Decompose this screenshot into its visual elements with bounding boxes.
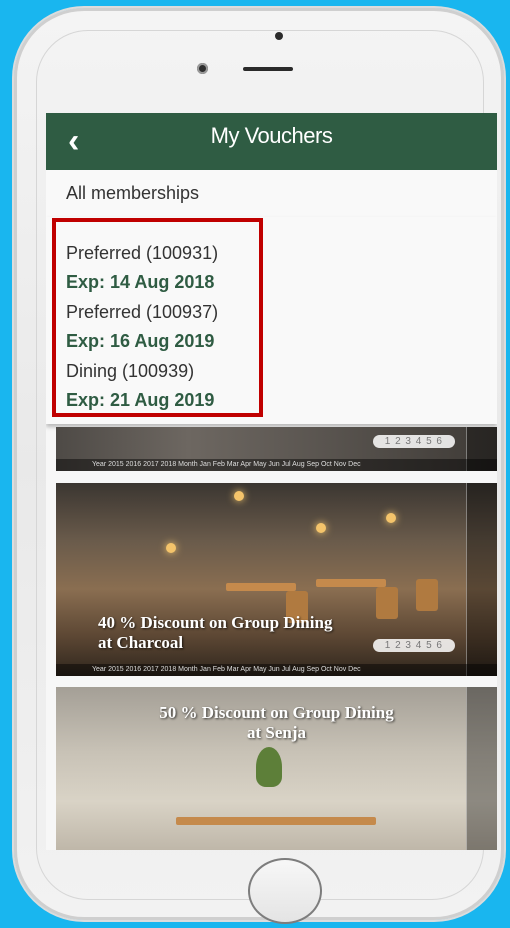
table-decor <box>226 583 296 591</box>
chair-decor <box>416 579 438 611</box>
voucher-card[interactable]: 40 % Discount on Group Dining at Charcoa… <box>56 483 497 676</box>
voucher-caption: 50 % Discount on Group Dining at Senja <box>56 703 497 743</box>
highlight-box <box>52 218 263 417</box>
voucher-venue: at Senja <box>246 723 307 742</box>
voucher-title: 40 % Discount on Group Dining <box>98 613 333 632</box>
page-title: My Vouchers <box>210 123 333 148</box>
table-decor <box>316 579 386 587</box>
front-camera-icon <box>197 63 208 74</box>
voucher-card[interactable]: 1 2 3 4 5 6 Year 2015 2016 2017 2018 Mon… <box>56 427 497 471</box>
voucher-title: 50 % Discount on Group Dining <box>159 703 394 722</box>
app-screen: My Vouchers ‹ All memberships Preferred … <box>46 113 497 850</box>
date-strip <box>466 483 497 676</box>
plant-decor <box>256 747 282 787</box>
timeline-strip: Year 2015 2016 2017 2018 Month Jan Feb M… <box>56 664 497 676</box>
nav-bar: My Vouchers ‹ <box>46 113 497 170</box>
page-indicator: 1 2 3 4 5 6 <box>372 639 455 652</box>
camera-icon <box>275 32 283 40</box>
lamp-decor <box>166 543 176 553</box>
voucher-venue: at Charcoal <box>98 633 184 652</box>
home-button[interactable] <box>248 858 322 924</box>
chevron-left-icon[interactable]: ‹ <box>68 121 98 161</box>
table-decor <box>176 817 376 825</box>
voucher-caption: 40 % Discount on Group Dining at Charcoa… <box>98 613 332 653</box>
voucher-card[interactable]: 50 % Discount on Group Dining at Senja <box>56 687 497 850</box>
lamp-decor <box>316 523 326 533</box>
chair-decor <box>376 587 398 619</box>
timeline-strip: Year 2015 2016 2017 2018 Month Jan Feb M… <box>56 459 497 471</box>
speaker-grille <box>243 67 293 71</box>
lamp-decor <box>386 513 396 523</box>
membership-filter-label: All memberships <box>66 183 200 203</box>
date-strip <box>466 687 497 850</box>
lamp-decor <box>234 491 244 501</box>
page-indicator: 1 2 3 4 5 6 <box>372 435 455 448</box>
membership-filter[interactable]: All memberships <box>46 170 497 218</box>
